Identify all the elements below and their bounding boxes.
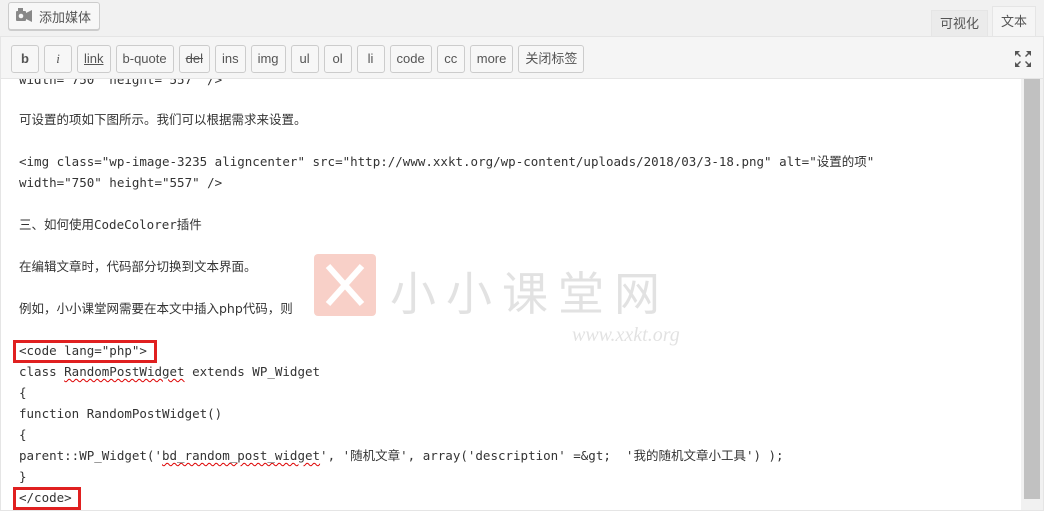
qt-bold-button[interactable]: b <box>11 45 39 73</box>
spell-error: RandomPostWidget <box>64 364 185 379</box>
qt-code-button[interactable]: code <box>389 45 432 73</box>
qt-ins-button[interactable]: ins <box>214 45 246 73</box>
qt-img-button[interactable]: img <box>250 45 286 73</box>
code-line: function RandomPostWidget() <box>19 406 223 421</box>
qt-blockquote-button[interactable]: b-quote <box>115 45 174 73</box>
qt-close-tags-button[interactable]: 关闭标签 <box>518 45 585 73</box>
textarea-scrollbar[interactable] <box>1021 79 1043 510</box>
editor-tabs: 可视化 文本 <box>930 6 1036 36</box>
tab-visual[interactable]: 可视化 <box>930 10 988 36</box>
code-line: { <box>19 427 27 442</box>
qt-more-button[interactable]: more <box>469 45 514 73</box>
qt-cc-button[interactable]: cc <box>436 45 465 73</box>
tab-text[interactable]: 文本 <box>991 6 1036 36</box>
text-line: 例如，小小课堂网需要在本文中插入php代码，则 <box>19 301 293 316</box>
qt-ul-button[interactable]: ul <box>290 45 319 73</box>
content-textarea[interactable]: width="750" height="557" /> 可设置的项如下图所示。我… <box>1 79 1021 510</box>
code-line: { <box>19 385 27 400</box>
qt-li-button[interactable]: li <box>356 45 385 73</box>
watermark-url: www.xxkt.org <box>572 324 680 346</box>
partial-line: width="750" height="557" /> <box>19 79 223 87</box>
code-line: } <box>19 469 27 484</box>
code-line: parent::WP_Widget('bd_random_post_widget… <box>19 448 784 463</box>
add-media-button[interactable]: 添加媒体 <box>8 2 101 30</box>
text-line: 在编辑文章时，代码部分切换到文本界面。 <box>19 259 257 274</box>
qt-del-button[interactable]: del <box>178 45 210 73</box>
highlight-box-open-tag <box>13 340 157 363</box>
media-icon <box>15 7 33 25</box>
code-line: class RandomPostWidget extends WP_Widget <box>19 364 321 379</box>
quicktags-toolbar: b i link b-quote del ins img ul ol li co… <box>1 37 1043 79</box>
watermark-logo-icon <box>314 254 376 316</box>
scrollbar-thumb[interactable] <box>1024 79 1040 499</box>
text-line: 三、如何使用CodeColorer插件 <box>19 217 202 232</box>
add-media-label: 添加媒体 <box>39 9 92 25</box>
code-line: <img class="wp-image-3235 aligncenter" s… <box>19 154 875 169</box>
code-line: width="750" height="557" /> <box>19 175 223 190</box>
qt-ol-button[interactable]: ol <box>323 45 352 73</box>
highlight-box-close-tag <box>13 487 81 510</box>
fullscreen-icon[interactable] <box>1013 49 1033 69</box>
text-line: 可设置的项如下图所示。我们可以根据需求来设置。 <box>19 112 307 127</box>
watermark-title: 小小课堂网 <box>390 267 670 321</box>
qt-italic-button[interactable]: i <box>44 45 72 73</box>
editor-container: b i link b-quote del ins img ul ol li co… <box>0 36 1044 511</box>
qt-link-button[interactable]: link <box>77 45 111 73</box>
